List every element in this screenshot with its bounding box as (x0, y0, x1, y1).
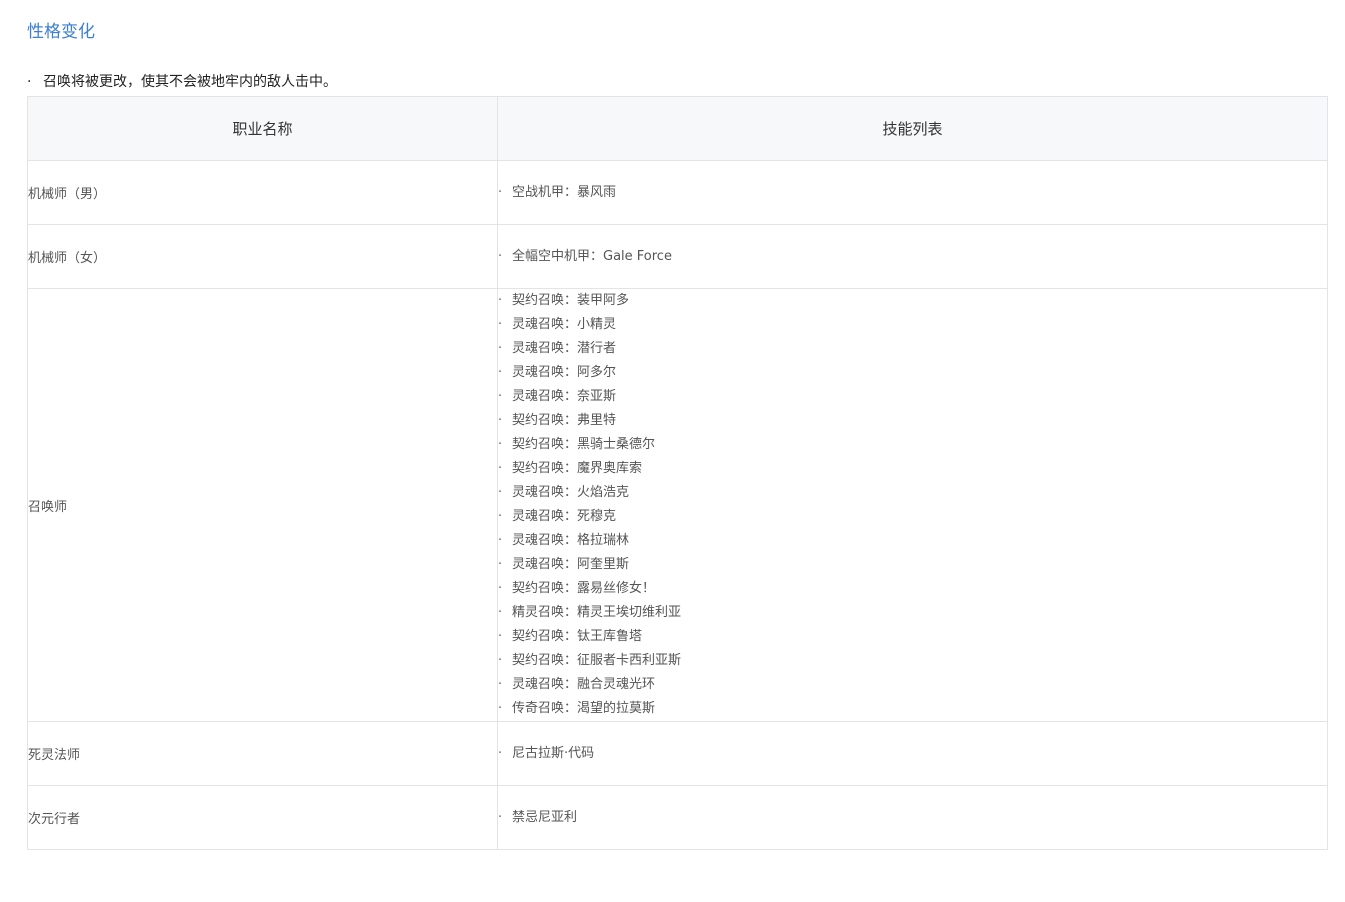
section-title: 性格变化 (27, 22, 95, 42)
bullet-dot: · (498, 293, 503, 308)
bullet-dot: · (498, 437, 503, 452)
job-name-cell: 召唤师 (27, 288, 498, 722)
skill-name: 灵魂召唤：奈亚斯 (512, 389, 617, 404)
table-row: 次元行者 · 禁忌尼亚利 (27, 785, 1328, 850)
skill-name: 全幅空中机甲：Gale Force (512, 248, 672, 264)
bullet-dot: · (498, 248, 503, 264)
skill-item: · 精灵召唤：精灵王埃切维利亚 (498, 601, 1327, 625)
bullet-dot: · (498, 581, 503, 596)
skill-item: · 契约召唤：装甲阿多 (498, 289, 1327, 313)
skill-name: 灵魂召唤：潜行者 (512, 341, 617, 356)
skill-item: · 灵魂召唤：小精灵 (498, 313, 1327, 337)
intro-note: · 召唤将被更改，使其不会被地牢内的敌人击中。 (27, 71, 337, 93)
bullet-dot: · (498, 413, 503, 428)
header-job-name: 职业名称 (27, 96, 498, 161)
bullet-dot: · (498, 341, 503, 356)
skill-name: 契约召唤：征服者卡西利亚斯 (512, 653, 682, 668)
skill-item: · 灵魂召唤：阿多尔 (498, 361, 1327, 385)
skill-item: · 灵魂召唤：融合灵魂光环 (498, 673, 1327, 697)
skill-list-cell: · 尼古拉斯·代码 (497, 721, 1328, 786)
bullet-dot: · (498, 809, 503, 825)
table-header-row: 职业名称 技能列表 (27, 96, 1328, 161)
job-name-cell: 次元行者 (27, 785, 498, 850)
skill-item: · 灵魂召唤：潜行者 (498, 337, 1327, 361)
bullet-dot: · (498, 701, 503, 716)
skill-list: · 禁忌尼亚利 (498, 806, 1327, 830)
skill-list-cell: · 禁忌尼亚利 (497, 785, 1328, 850)
skill-name: 契约召唤：弗里特 (512, 413, 617, 428)
skill-item: · 传奇召唤：渴望的拉莫斯 (498, 697, 1327, 721)
skill-name: 契约召唤：钛王库鲁塔 (512, 629, 643, 644)
skill-name: 灵魂召唤：阿多尔 (512, 365, 617, 380)
skill-name: 契约召唤：装甲阿多 (512, 293, 630, 308)
skill-item: · 灵魂召唤：奈亚斯 (498, 385, 1327, 409)
skill-list-cell: · 全幅空中机甲：Gale Force (497, 224, 1328, 289)
skill-list: · 尼古拉斯·代码 (498, 742, 1327, 766)
bullet-dot: · (498, 605, 503, 620)
skill-list: · 空战机甲：暴风雨 (498, 181, 1327, 205)
skill-item: · 灵魂召唤：死穆克 (498, 505, 1327, 529)
skill-item: · 灵魂召唤：阿奎里斯 (498, 553, 1327, 577)
skill-name: 空战机甲：暴风雨 (512, 184, 617, 200)
bullet-dot: · (498, 745, 503, 761)
skill-name: 尼古拉斯·代码 (512, 745, 595, 761)
skill-name: 精灵召唤：精灵王埃切维利亚 (512, 605, 682, 620)
bullet-dot: · (498, 533, 503, 548)
skill-name: 契约召唤：魔界奥库索 (512, 461, 643, 476)
skill-item: · 契约召唤：露易丝修女！ (498, 577, 1327, 601)
skill-name: 灵魂召唤：格拉瑞林 (512, 533, 630, 548)
skill-name: 灵魂召唤：小精灵 (512, 317, 617, 332)
skill-name: 契约召唤：露易丝修女！ (512, 581, 656, 596)
skill-list-cell: · 契约召唤：装甲阿多 · 灵魂召唤：小精灵 · 灵魂召唤：潜行者 · 灵魂召唤：阿多尔 · 灵魂… (497, 288, 1328, 722)
skills-table: 职业名称 技能列表 机械师（男） · 空战机甲：暴风雨 机械师（女） · 全幅空中机甲：G… (27, 96, 1328, 850)
job-name-cell: 机械师（男） (27, 160, 498, 225)
table-body: 机械师（男） · 空战机甲：暴风雨 机械师（女） · 全幅空中机甲：Gale Force 召… (27, 160, 1328, 850)
skill-item: · 灵魂召唤：火焰浩克 (498, 481, 1327, 505)
bullet-dot: · (498, 461, 503, 476)
skill-list: · 全幅空中机甲：Gale Force (498, 245, 1327, 269)
skill-item: · 契约召唤：魔界奥库索 (498, 457, 1327, 481)
table-row: 机械师（男） · 空战机甲：暴风雨 (27, 160, 1328, 225)
bullet-dot: · (498, 653, 503, 668)
intro-text: 召唤将被更改，使其不会被地牢内的敌人击中。 (43, 74, 337, 90)
skill-item: · 契约召唤：钛王库鲁塔 (498, 625, 1327, 649)
page: 性格变化 · 召唤将被更改，使其不会被地牢内的敌人击中。 职业名称 技能列表 机械… (0, 0, 1345, 902)
bullet-dot: · (498, 677, 503, 692)
skill-item: · 禁忌尼亚利 (498, 806, 1327, 830)
bullet-dot: · (27, 74, 32, 90)
skill-item: · 全幅空中机甲：Gale Force (498, 245, 1327, 269)
bullet-dot: · (498, 389, 503, 404)
table-row: 死灵法师 · 尼古拉斯·代码 (27, 721, 1328, 786)
skill-item: · 灵魂召唤：格拉瑞林 (498, 529, 1327, 553)
bullet-dot: · (498, 557, 503, 572)
job-name-cell: 死灵法师 (27, 721, 498, 786)
job-name-cell: 机械师（女） (27, 224, 498, 289)
skill-name: 契约召唤：黑骑士桑德尔 (512, 437, 656, 452)
skill-name: 灵魂召唤：死穆克 (512, 509, 617, 524)
skill-name: 禁忌尼亚利 (512, 809, 578, 825)
bullet-dot: · (498, 317, 503, 332)
bullet-dot: · (498, 485, 503, 500)
skill-item: · 契约召唤：黑骑士桑德尔 (498, 433, 1327, 457)
skill-name: 灵魂召唤：融合灵魂光环 (512, 677, 656, 692)
bullet-dot: · (498, 184, 503, 200)
header-skill-list: 技能列表 (497, 96, 1328, 161)
skill-list: · 契约召唤：装甲阿多 · 灵魂召唤：小精灵 · 灵魂召唤：潜行者 · 灵魂召唤：阿多尔 · 灵魂… (498, 289, 1327, 721)
bullet-dot: · (498, 509, 503, 524)
bullet-dot: · (498, 629, 503, 644)
skill-list-cell: · 空战机甲：暴风雨 (497, 160, 1328, 225)
skill-name: 灵魂召唤：火焰浩克 (512, 485, 630, 500)
table-row: 召唤师 · 契约召唤：装甲阿多 · 灵魂召唤：小精灵 · 灵魂召唤：潜行者 · 灵魂召唤：阿多尔… (27, 288, 1328, 722)
skill-item: · 契约召唤：弗里特 (498, 409, 1327, 433)
skill-item: · 空战机甲：暴风雨 (498, 181, 1327, 205)
skill-item: · 契约召唤：征服者卡西利亚斯 (498, 649, 1327, 673)
skill-name: 传奇召唤：渴望的拉莫斯 (512, 701, 656, 716)
skill-name: 灵魂召唤：阿奎里斯 (512, 557, 630, 572)
bullet-dot: · (498, 365, 503, 380)
skill-item: · 尼古拉斯·代码 (498, 742, 1327, 766)
table-row: 机械师（女） · 全幅空中机甲：Gale Force (27, 224, 1328, 289)
